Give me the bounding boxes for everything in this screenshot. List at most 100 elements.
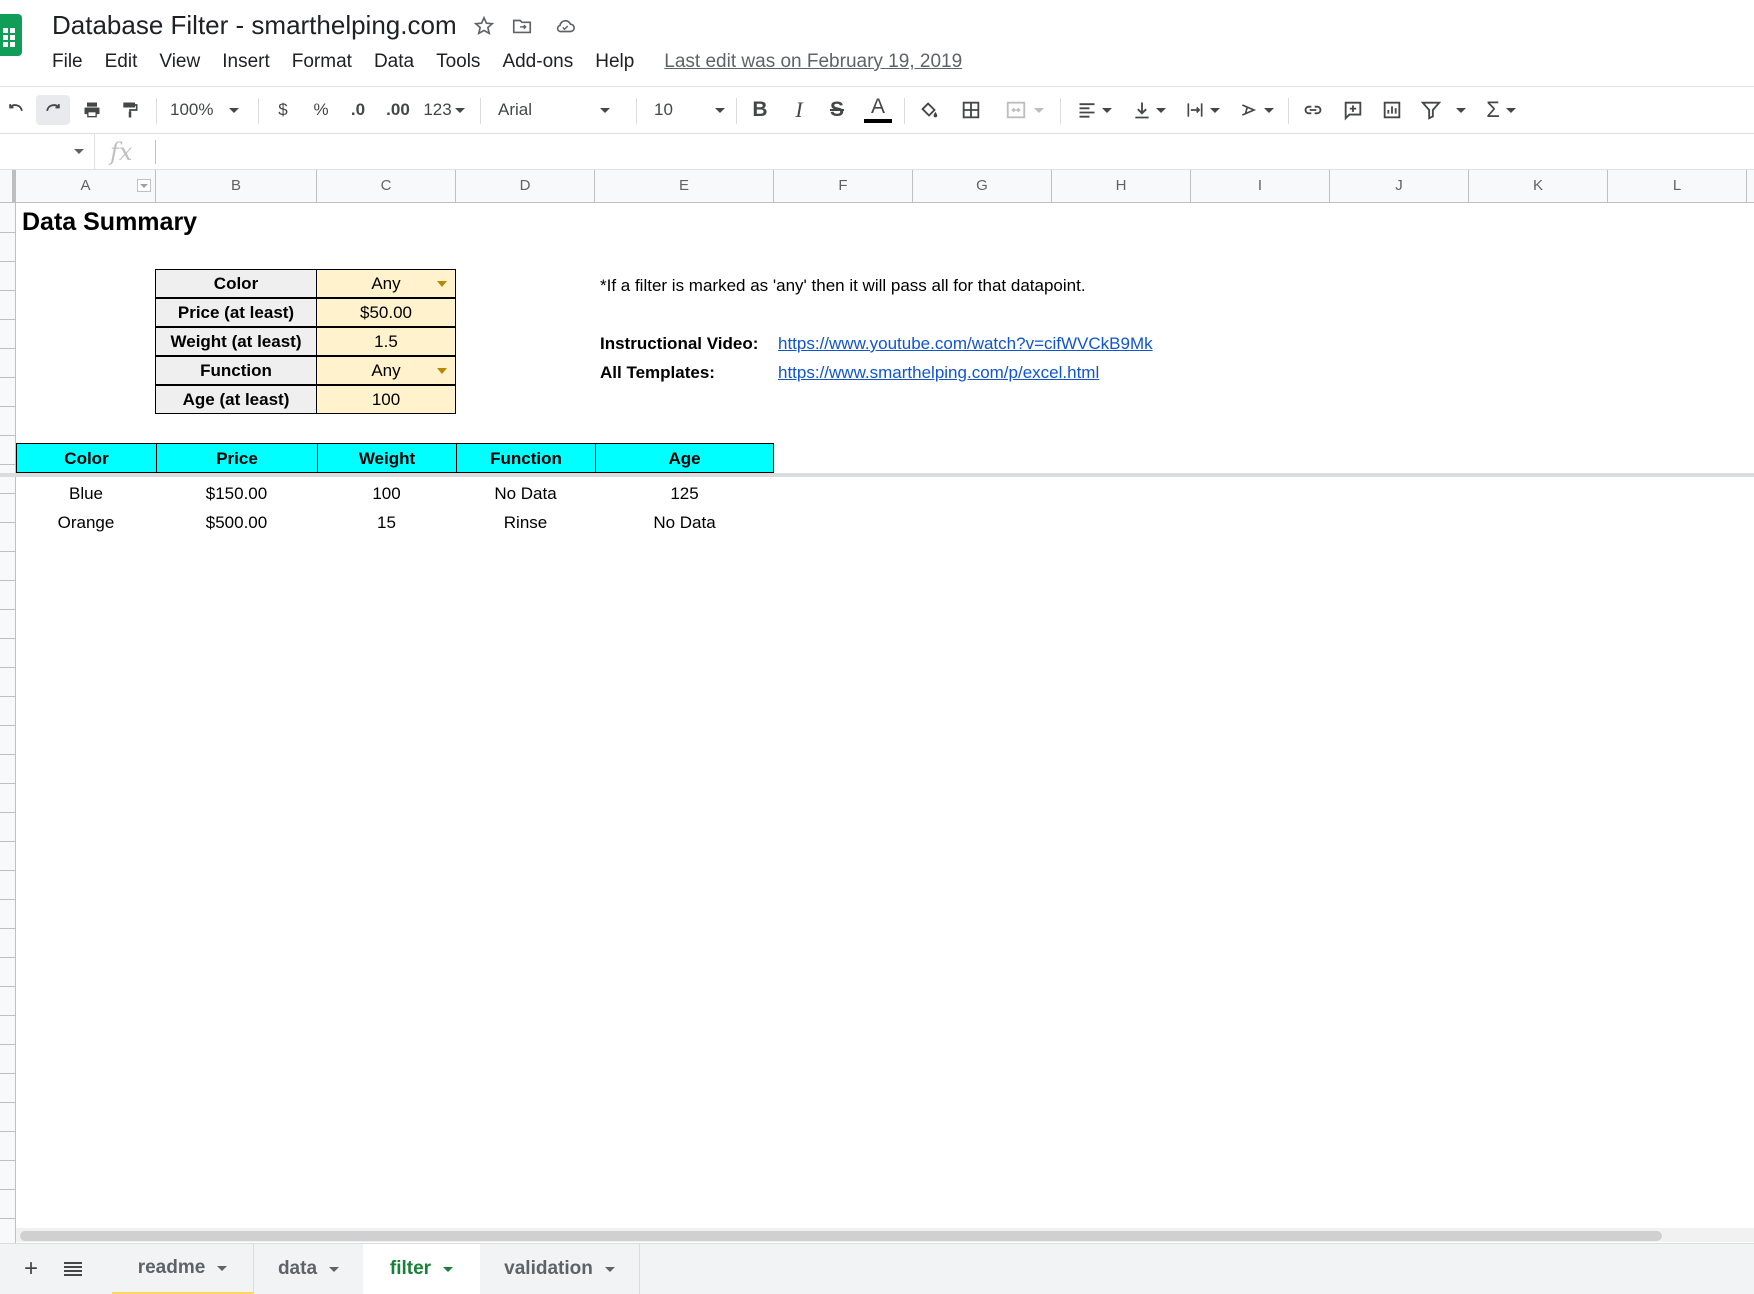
- sheet-tab-validation[interactable]: validation: [480, 1244, 640, 1294]
- chevron-down-icon[interactable]: [604, 1266, 615, 1272]
- functions-button[interactable]: Σ: [1480, 95, 1522, 125]
- templates-label[interactable]: All Templates:: [600, 363, 715, 383]
- increase-decimal-button[interactable]: .00: [382, 95, 414, 125]
- filter-label-age[interactable]: Age (at least): [155, 385, 317, 414]
- menu-file[interactable]: File: [52, 51, 83, 73]
- table-cell[interactable]: Orange: [16, 509, 156, 537]
- dropdown-arrow-icon[interactable]: [437, 281, 447, 287]
- font-family-select[interactable]: Arial: [498, 95, 622, 125]
- paint-format-icon[interactable]: [116, 95, 144, 125]
- sheet-title[interactable]: Data Summary: [22, 208, 197, 237]
- table-cell[interactable]: 125: [595, 480, 774, 508]
- results-header-weight[interactable]: Weight: [317, 443, 457, 473]
- column-header-k[interactable]: K: [1469, 170, 1608, 202]
- filter-value-price[interactable]: $50.00: [316, 298, 456, 327]
- zoom-select[interactable]: 100%: [170, 95, 250, 125]
- name-box[interactable]: [0, 134, 95, 169]
- filter-label-color[interactable]: Color: [155, 269, 317, 298]
- table-cell[interactable]: 15: [317, 509, 456, 537]
- results-header-color[interactable]: Color: [16, 443, 157, 473]
- filter-value-weight[interactable]: 1.5: [316, 327, 456, 356]
- horizontal-scrollbar-thumb[interactable]: [20, 1231, 1662, 1241]
- borders-icon[interactable]: [956, 95, 986, 125]
- filter-views-dropdown[interactable]: [1450, 95, 1472, 125]
- insert-link-icon[interactable]: [1298, 95, 1328, 125]
- column-header-b[interactable]: B: [156, 170, 317, 202]
- filter-note[interactable]: *If a filter is marked as 'any' then it …: [600, 276, 1086, 296]
- frozen-rows-divider[interactable]: [0, 473, 1754, 477]
- insert-chart-icon[interactable]: [1377, 95, 1407, 125]
- filter-value-age[interactable]: 100: [316, 385, 456, 414]
- fill-color-icon[interactable]: [914, 95, 944, 125]
- column-header-c[interactable]: C: [317, 170, 456, 202]
- filter-value-color[interactable]: Any: [316, 269, 456, 298]
- chevron-down-icon[interactable]: [443, 1266, 454, 1272]
- menu-add-ons[interactable]: Add-ons: [502, 51, 573, 73]
- results-header-function[interactable]: Function: [456, 443, 596, 473]
- table-cell[interactable]: Rinse: [456, 509, 595, 537]
- table-cell[interactable]: Blue: [16, 480, 156, 508]
- document-title[interactable]: Database Filter - smarthelping.com: [52, 10, 457, 41]
- dropdown-arrow-icon[interactable]: [437, 368, 447, 374]
- results-header-age[interactable]: Age: [595, 443, 774, 473]
- move-to-folder-icon[interactable]: [508, 12, 536, 40]
- create-filter-icon[interactable]: [1416, 95, 1446, 125]
- menu-view[interactable]: View: [159, 51, 200, 73]
- undo-icon[interactable]: [2, 95, 30, 125]
- add-sheet-icon[interactable]: +: [18, 1244, 44, 1294]
- column-header-g[interactable]: G: [913, 170, 1052, 202]
- decrease-decimal-button[interactable]: .0: [344, 95, 372, 125]
- text-rotation-icon[interactable]: [1234, 95, 1278, 125]
- vertical-align-icon[interactable]: [1128, 95, 1170, 125]
- table-cell[interactable]: 100: [317, 480, 456, 508]
- table-cell[interactable]: $150.00: [156, 480, 317, 508]
- chevron-down-icon[interactable]: [329, 1266, 340, 1272]
- sheet-tab-readme[interactable]: readme: [112, 1244, 253, 1294]
- text-wrapping-icon[interactable]: [1180, 95, 1224, 125]
- column-header-f[interactable]: F: [774, 170, 913, 202]
- column-header-l[interactable]: L: [1608, 170, 1747, 202]
- column-header-e[interactable]: E: [595, 170, 774, 202]
- filter-label-price[interactable]: Price (at least): [155, 298, 317, 327]
- table-cell[interactable]: $500.00: [156, 509, 317, 537]
- print-icon[interactable]: [78, 95, 106, 125]
- bold-button[interactable]: B: [748, 95, 772, 125]
- column-header-d[interactable]: D: [456, 170, 595, 202]
- star-icon[interactable]: [470, 12, 498, 40]
- filter-value-function[interactable]: Any: [316, 356, 456, 385]
- column-header-i[interactable]: I: [1191, 170, 1330, 202]
- video-label[interactable]: Instructional Video:: [600, 334, 758, 354]
- currency-format-button[interactable]: $: [272, 95, 294, 125]
- templates-link[interactable]: https://www.smarthelping.com/p/excel.htm…: [778, 363, 1099, 383]
- menu-format[interactable]: Format: [292, 51, 352, 73]
- video-link[interactable]: https://www.youtube.com/watch?v=cifWVCkB…: [778, 334, 1153, 354]
- strikethrough-button[interactable]: S: [825, 95, 849, 125]
- column-menu-icon[interactable]: [137, 179, 151, 192]
- menu-data[interactable]: Data: [374, 51, 414, 73]
- percent-format-button[interactable]: %: [310, 95, 332, 125]
- text-color-button[interactable]: A: [862, 95, 894, 125]
- table-cell[interactable]: No Data: [595, 509, 774, 537]
- horizontal-align-icon[interactable]: [1072, 95, 1116, 125]
- italic-button[interactable]: I: [787, 95, 811, 125]
- results-header-price[interactable]: Price: [156, 443, 318, 473]
- menu-insert[interactable]: Insert: [222, 51, 270, 73]
- chevron-down-icon[interactable]: [217, 1265, 228, 1271]
- select-all-corner[interactable]: [0, 170, 16, 202]
- formula-input[interactable]: [155, 140, 1736, 164]
- menu-help[interactable]: Help: [595, 51, 634, 73]
- column-header-a[interactable]: A: [16, 170, 156, 202]
- all-sheets-icon[interactable]: [60, 1244, 86, 1294]
- more-formats-button[interactable]: 123: [420, 95, 468, 125]
- filter-label-weight[interactable]: Weight (at least): [155, 327, 317, 356]
- filter-label-function[interactable]: Function: [155, 356, 317, 385]
- column-header-j[interactable]: J: [1330, 170, 1469, 202]
- sheets-logo-icon[interactable]: [0, 14, 22, 56]
- menu-edit[interactable]: Edit: [105, 51, 138, 73]
- redo-icon[interactable]: [36, 95, 70, 125]
- cloud-saved-icon[interactable]: [551, 12, 579, 40]
- merge-cells-icon[interactable]: [998, 95, 1050, 125]
- last-edit-link[interactable]: Last edit was on February 19, 2019: [664, 51, 962, 73]
- menu-tools[interactable]: Tools: [436, 51, 480, 73]
- insert-comment-icon[interactable]: [1338, 95, 1368, 125]
